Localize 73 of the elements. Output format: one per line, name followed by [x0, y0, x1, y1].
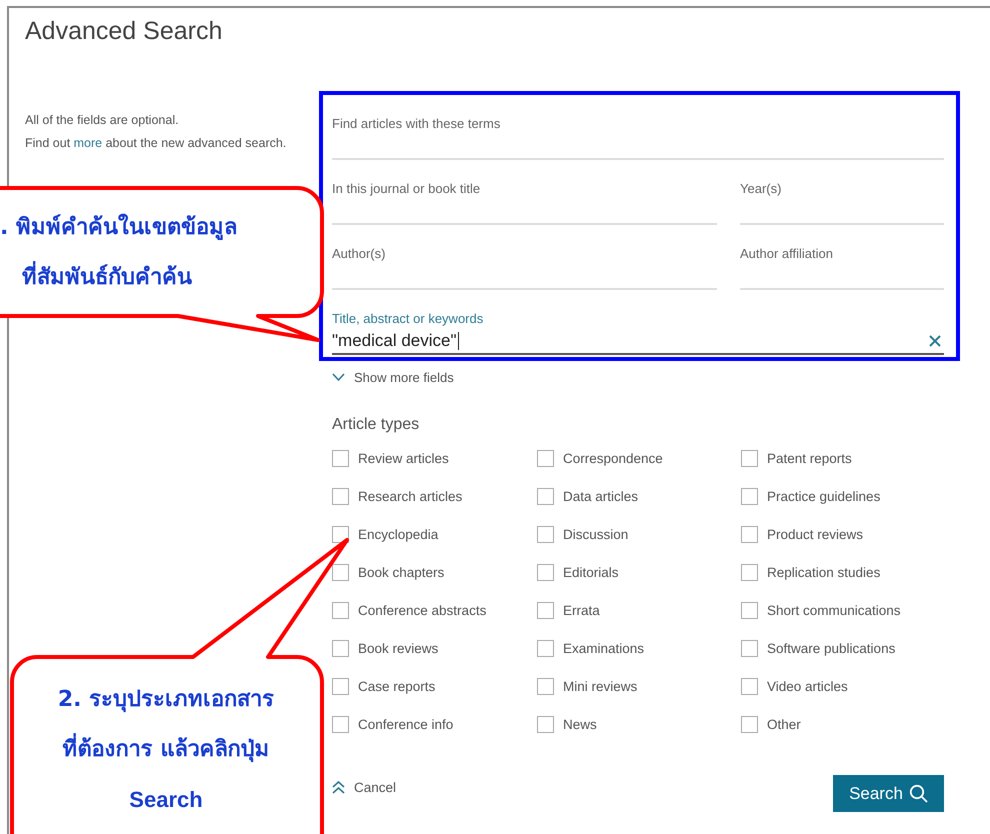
more-link[interactable]: more — [74, 136, 102, 150]
checkbox[interactable] — [537, 526, 554, 542]
field-label: In this journal or book title — [332, 181, 480, 197]
text-cursor — [458, 332, 459, 350]
field-label: Author affiliation — [740, 246, 833, 262]
checkbox-label[interactable]: Errata — [563, 602, 600, 618]
field-label: Title, abstract or keywords — [332, 311, 484, 327]
checkbox[interactable] — [332, 564, 349, 580]
close-icon[interactable] — [928, 334, 942, 348]
callout-text: Search — [129, 786, 203, 814]
checkbox[interactable] — [741, 602, 758, 618]
callout-text: . พิมพ์คำค้นในเขตข้อมูล — [0, 212, 238, 242]
checkbox-label[interactable]: Product reviews — [767, 526, 864, 542]
checkbox[interactable] — [537, 488, 554, 504]
cancel-button[interactable]: Cancel — [332, 780, 396, 795]
callout-text: 2. ระบุประเภทเอกสาร — [58, 686, 274, 714]
checkbox[interactable] — [537, 640, 554, 656]
checkbox-label[interactable]: Encyclopedia — [358, 526, 438, 542]
checkbox[interactable] — [332, 640, 349, 656]
checkbox[interactable] — [537, 564, 554, 580]
checkbox-label[interactable]: Correspondence — [563, 450, 663, 466]
checkbox-label[interactable]: Replication studies — [767, 564, 880, 580]
checkbox[interactable] — [332, 716, 349, 732]
checkbox[interactable] — [537, 602, 554, 618]
checkbox[interactable] — [332, 678, 349, 694]
checkbox[interactable] — [332, 602, 349, 618]
checkbox[interactable] — [741, 678, 758, 694]
page-title: Advanced Search — [25, 16, 222, 47]
checkbox[interactable] — [741, 716, 758, 732]
checkbox[interactable] — [332, 488, 349, 504]
checkbox-label[interactable]: Short communications — [767, 602, 901, 618]
checkbox-label[interactable]: Editorials — [563, 564, 619, 580]
checkbox-label[interactable]: Practice guidelines — [767, 488, 880, 504]
checkbox-label[interactable]: News — [563, 716, 597, 732]
callout-text: ที่ต้องการ แล้วคลิกปุ่ม — [62, 725, 270, 775]
search-icon — [908, 784, 928, 803]
checkbox[interactable] — [537, 678, 554, 694]
checkbox-label[interactable]: Review articles — [358, 450, 449, 466]
checkbox-label[interactable]: Other — [767, 716, 801, 732]
checkbox-label[interactable]: Mini reviews — [563, 678, 638, 694]
checkbox-label[interactable]: Discussion — [563, 526, 628, 542]
checkbox[interactable] — [741, 564, 758, 580]
checkbox-label[interactable]: Conference info — [358, 716, 454, 732]
checkbox-label[interactable]: Book chapters — [358, 564, 444, 580]
checkbox[interactable] — [537, 716, 554, 732]
field-label: Author(s) — [332, 246, 386, 262]
checkbox-label[interactable]: Research articles — [358, 488, 462, 504]
checkbox[interactable] — [741, 526, 758, 542]
double-chevron-up-icon — [332, 781, 345, 794]
intro-text: All of the fields are optional. — [25, 112, 179, 129]
checkbox-label[interactable]: Case reports — [358, 678, 436, 694]
search-button[interactable]: Search — [833, 775, 944, 812]
input-field[interactable]: "medical device" — [332, 329, 944, 355]
checkbox-label[interactable]: Data articles — [563, 488, 638, 504]
checkbox[interactable] — [741, 450, 758, 466]
field-label: Year(s) — [740, 181, 782, 197]
checkbox-label[interactable]: Examinations — [563, 640, 644, 656]
show-more-link[interactable]: Show more fields — [332, 367, 454, 387]
checkbox[interactable] — [332, 450, 349, 466]
checkbox-label[interactable]: Video articles — [767, 678, 848, 694]
checkbox[interactable] — [741, 640, 758, 656]
checkbox[interactable] — [741, 488, 758, 504]
checkbox[interactable] — [332, 526, 349, 542]
intro-text: Find out more about the new advanced search. — [25, 135, 286, 152]
checkbox-label[interactable]: Book reviews — [358, 640, 438, 656]
callout-text: ที่สัมพันธ์กับคำค้น — [22, 253, 192, 303]
checkbox-label[interactable]: Patent reports — [767, 450, 852, 466]
checkbox-label[interactable]: Conference abstracts — [358, 602, 486, 618]
section-heading: Article types — [332, 415, 420, 435]
checkbox-label[interactable]: Software publications — [767, 640, 896, 656]
checkbox[interactable] — [537, 450, 554, 466]
chevron-down-icon — [332, 372, 345, 382]
field-label: Find articles with these terms — [332, 116, 500, 132]
